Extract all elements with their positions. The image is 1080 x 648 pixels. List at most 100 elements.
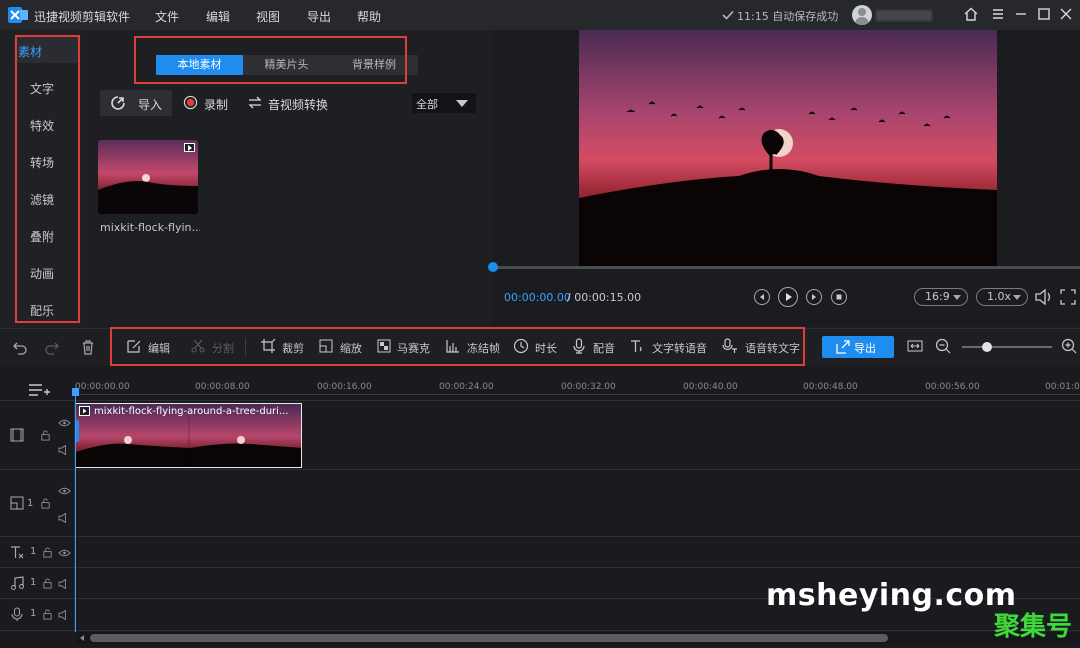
autosave-status: 11:15 自动保存成功 <box>737 10 839 23</box>
sunset-preview-image <box>579 30 997 266</box>
track-number: 1 <box>30 546 37 557</box>
close-icon[interactable] <box>1058 6 1074 22</box>
voice-track-icon <box>11 607 23 621</box>
play-button[interactable] <box>778 287 798 307</box>
ruler-tick-label: 00:00:40.00 <box>683 382 738 392</box>
overlay-track-icon <box>10 496 24 510</box>
watermark-brand: 聚集号 <box>994 612 1073 642</box>
record-icon[interactable] <box>183 95 198 110</box>
chevron-down-icon <box>456 100 468 107</box>
visibility-icon[interactable] <box>58 486 71 496</box>
zoom-out-icon[interactable] <box>935 338 951 354</box>
music-track-icon <box>11 576 24 590</box>
media-filter-value: 全部 <box>416 98 438 111</box>
annotation-tabs-box <box>134 36 407 84</box>
speaker-icon[interactable] <box>58 579 71 589</box>
lock-icon[interactable] <box>42 578 53 589</box>
timeline-zoom-slider[interactable] <box>962 346 1052 348</box>
timeline-ruler[interactable] <box>75 394 1080 395</box>
playhead-handle[interactable] <box>72 388 79 396</box>
ruler-tick-label: 00:01:04 <box>1045 382 1080 392</box>
speed-value: 1.0x <box>987 290 1012 303</box>
total-time: / 00:00:15.00 <box>567 291 642 304</box>
import-icon <box>111 96 125 110</box>
track-divider <box>0 400 1080 401</box>
speaker-icon[interactable] <box>58 610 71 620</box>
home-icon[interactable] <box>963 6 979 22</box>
current-time: 00:00:00.00 <box>504 291 571 304</box>
ruler-tick-label: 00:00:24.00 <box>439 382 494 392</box>
speed-select[interactable]: 1.0x <box>976 288 1028 306</box>
video-badge-icon <box>184 143 195 152</box>
fit-timeline-icon[interactable] <box>907 338 923 354</box>
menu-help[interactable]: 帮助 <box>357 8 381 25</box>
timeline-playhead[interactable] <box>75 390 76 632</box>
menu-edit[interactable]: 编辑 <box>206 8 230 25</box>
ruler-tick-label: 00:00:08.00 <box>195 382 250 392</box>
track-number: 1 <box>30 608 37 619</box>
delete-icon[interactable] <box>80 339 96 355</box>
annotation-toolbar-box <box>110 327 805 366</box>
visibility-icon[interactable] <box>58 418 71 428</box>
redo-icon[interactable] <box>44 339 60 355</box>
menu-file[interactable]: 文件 <box>155 8 179 25</box>
play-icon <box>786 293 792 301</box>
media-thumbnail-name: mixkit-flock-flyin... <box>100 221 200 234</box>
check-icon <box>722 10 734 20</box>
add-track-icon[interactable] <box>28 382 50 398</box>
clip-video-icon <box>79 406 90 416</box>
ruler-tick-label: 00:00:00.00 <box>75 382 130 392</box>
sunset-thumbnail-image <box>98 140 198 214</box>
lock-icon[interactable] <box>40 430 51 441</box>
text-track-icon <box>11 546 24 559</box>
menu-icon[interactable] <box>990 6 1006 22</box>
app-logo-icon <box>8 7 28 23</box>
media-thumbnail[interactable] <box>98 140 198 214</box>
timeline-scrollbar-thumb[interactable] <box>90 634 888 642</box>
menu-view[interactable]: 视图 <box>256 8 280 25</box>
scroll-left-icon[interactable] <box>78 634 86 642</box>
next-frame-button[interactable] <box>806 289 822 305</box>
ruler-tick-label: 00:00:32.00 <box>561 382 616 392</box>
lock-icon[interactable] <box>42 609 53 620</box>
convert-icon[interactable] <box>248 96 262 109</box>
record-button[interactable]: 录制 <box>204 96 228 113</box>
aspect-ratio-select[interactable]: 16:9 <box>914 288 968 306</box>
username-redacted[interactable] <box>876 10 932 21</box>
preview-progress-handle[interactable] <box>488 262 498 272</box>
watermark-site: msheying.com <box>766 578 1017 613</box>
preview-video[interactable] <box>579 30 997 266</box>
zoom-in-icon[interactable] <box>1061 338 1077 354</box>
track-divider <box>0 630 1080 631</box>
track-divider <box>0 536 1080 537</box>
prev-frame-button[interactable] <box>754 289 770 305</box>
clip-name: mixkit-flock-flying-around-a-tree-duri..… <box>94 406 289 417</box>
speaker-icon[interactable] <box>58 445 71 455</box>
user-avatar[interactable] <box>852 5 872 25</box>
maximize-icon[interactable] <box>1036 6 1052 22</box>
export-icon <box>836 340 850 354</box>
ruler-tick-label: 00:00:56.00 <box>925 382 980 392</box>
next-frame-icon <box>812 294 816 300</box>
track-number: 1 <box>30 577 37 588</box>
speaker-icon[interactable] <box>58 513 71 523</box>
menu-export[interactable]: 导出 <box>307 8 331 25</box>
prev-frame-icon <box>760 294 764 300</box>
lock-icon[interactable] <box>40 498 51 509</box>
undo-icon[interactable] <box>12 339 28 355</box>
stop-button[interactable] <box>831 289 847 305</box>
aspect-ratio-value: 16:9 <box>925 290 950 303</box>
av-convert-button[interactable]: 音视频转换 <box>268 96 328 113</box>
ruler-tick-label: 00:00:16.00 <box>317 382 372 392</box>
export-label: 导出 <box>854 342 876 355</box>
app-title: 迅捷视频剪辑软件 <box>34 10 131 24</box>
fullscreen-icon[interactable] <box>1059 288 1077 306</box>
track-number: 1 <box>27 498 34 509</box>
annotation-sidebar-box <box>15 35 80 323</box>
minimize-icon[interactable] <box>1013 6 1029 22</box>
lock-icon[interactable] <box>42 547 53 558</box>
preview-progress-track[interactable] <box>494 266 1080 269</box>
visibility-icon[interactable] <box>58 548 71 558</box>
track-divider <box>0 567 1080 568</box>
volume-icon[interactable] <box>1034 288 1054 306</box>
